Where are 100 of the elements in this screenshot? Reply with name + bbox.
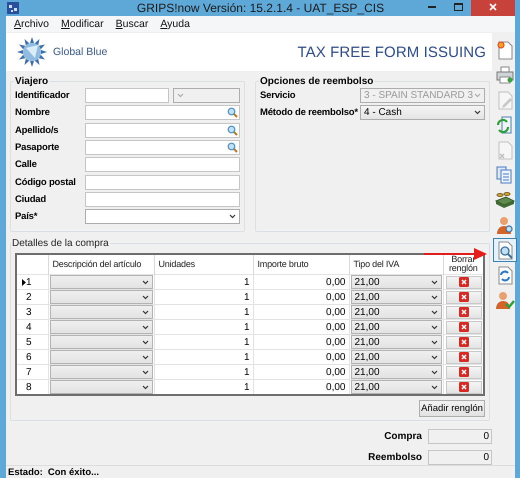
row-number: 3 (26, 306, 32, 318)
column-header: Descripción del artículo (48, 254, 154, 275)
row-number: 4 (26, 322, 32, 333)
input-field[interactable] (85, 122, 240, 138)
delete-row-button[interactable] (446, 306, 482, 319)
group-title: Opciones de reembolso (259, 76, 374, 87)
status-label: Estado: (8, 467, 43, 478)
row-number: 8 (26, 382, 32, 393)
delete-icon (458, 307, 468, 318)
user-accept-icon (495, 290, 515, 310)
total-field: 0 (428, 429, 492, 444)
dropdown[interactable]: 21,00 (350, 305, 442, 320)
dropdown[interactable] (50, 380, 152, 394)
table-cell[interactable]: 0,00 (254, 380, 348, 394)
brand-name: Global Blue (53, 46, 108, 58)
page-heading: TAX FREE FORM ISSUING (297, 44, 486, 60)
table-cell[interactable]: 1 (154, 350, 252, 364)
input-field[interactable] (85, 192, 240, 207)
menu-item[interactable]: Buscar (116, 18, 160, 30)
status-text: Con éxito... (48, 467, 100, 478)
close-button[interactable] (471, 0, 515, 16)
dropdown[interactable]: 4 - Cash (360, 105, 485, 120)
field-label: Ciudad (15, 194, 47, 205)
new-document-icon (495, 40, 515, 60)
field-label: Código postal (15, 176, 77, 188)
dropdown[interactable]: 21,00 (350, 350, 442, 364)
row-number: 7 (26, 366, 32, 378)
input-field[interactable] (85, 157, 240, 172)
search-icon (227, 107, 238, 118)
table-cell[interactable]: 1 (154, 335, 252, 350)
toolbar-button[interactable] (493, 238, 517, 262)
field-label: Apellido/s (15, 124, 60, 136)
delete-row-button[interactable] (446, 290, 482, 304)
row-number: 2 (26, 292, 32, 303)
input-field[interactable] (85, 140, 240, 156)
table-cell[interactable]: 0,00 (254, 350, 348, 364)
field-label: Servicio (260, 90, 296, 102)
input-field[interactable] (85, 174, 240, 190)
dropdown[interactable] (173, 88, 240, 104)
delete-icon (458, 337, 468, 348)
table-cell[interactable]: 1 (154, 275, 252, 290)
table-cell[interactable]: 0,00 (254, 305, 348, 320)
group-title: Viajero (14, 76, 50, 87)
field-label: Pasaporte (15, 142, 60, 154)
delete-icon (458, 322, 468, 332)
row-number: 1 (26, 276, 32, 288)
delete-row-button[interactable] (446, 276, 482, 289)
column-header: Importe bruto (253, 254, 349, 275)
table-cell[interactable]: 0,00 (254, 365, 348, 380)
delete-row-button[interactable] (446, 380, 482, 394)
total-label: Reembolso (368, 452, 422, 464)
table-cell[interactable]: 1 (154, 380, 252, 394)
table-cell[interactable]: 1 (154, 365, 252, 380)
delete-row-button[interactable] (446, 336, 482, 349)
group-title: Detalles de la compra (11, 238, 110, 250)
delete-row-button[interactable] (446, 350, 482, 364)
money-icon (495, 190, 515, 210)
column-header: Tipo del IVA (349, 254, 443, 275)
table-cell[interactable]: 0,00 (254, 290, 348, 304)
input-field[interactable] (85, 105, 240, 120)
delete-icon (458, 292, 468, 302)
delete-icon (458, 382, 468, 392)
table-cell[interactable]: 1 (154, 290, 252, 304)
row-number: 6 (26, 352, 32, 363)
app-icon (7, 2, 19, 14)
input-field[interactable] (85, 88, 169, 104)
table-cell[interactable]: 0,00 (254, 320, 348, 334)
menu-item[interactable]: Archivo (14, 18, 62, 30)
delete-icon (458, 367, 468, 378)
field-label: País* (15, 211, 38, 222)
field-label: Método de reembolso* (260, 107, 359, 118)
table-cell[interactable]: 0,00 (254, 275, 348, 290)
delete-row-button[interactable] (446, 320, 482, 334)
dropdown[interactable]: 21,00 (350, 365, 442, 380)
minimize-icon (428, 6, 436, 8)
dropdown[interactable]: 21,00 (350, 335, 442, 350)
search-icon (227, 124, 238, 136)
dropdown[interactable]: 21,00 (350, 380, 442, 394)
pointer-arrow-drawing (424, 247, 488, 261)
close-icon (489, 3, 497, 11)
table-cell[interactable]: 0,00 (254, 335, 348, 350)
total-field: 0 (428, 450, 492, 466)
table-cell[interactable]: 1 (154, 305, 252, 320)
dropdown[interactable]: 21,00 (350, 320, 442, 334)
delete-icon (458, 352, 468, 362)
delete-row-button[interactable] (446, 366, 482, 379)
maximize-icon (454, 3, 462, 11)
add-row-button[interactable]: Añadir renglón (419, 400, 485, 418)
table-cell[interactable]: 1 (154, 320, 252, 334)
field-label: Identificador (15, 90, 70, 102)
menu-item[interactable]: Modificar (61, 18, 116, 30)
user-search-icon (495, 215, 515, 235)
window-title: GRIPS!now Versión: 15.2.1.4 - UAT_ESP_CIS (136, 1, 386, 15)
dropdown[interactable]: 21,00 (350, 290, 442, 304)
dropdown[interactable]: 21,00 (350, 275, 442, 290)
field-label: Calle (15, 159, 38, 170)
dropdown[interactable] (85, 209, 240, 224)
menu-item[interactable]: Ayuda (160, 18, 202, 30)
logo-icon (16, 36, 48, 68)
field-label: Nombre (15, 107, 51, 118)
